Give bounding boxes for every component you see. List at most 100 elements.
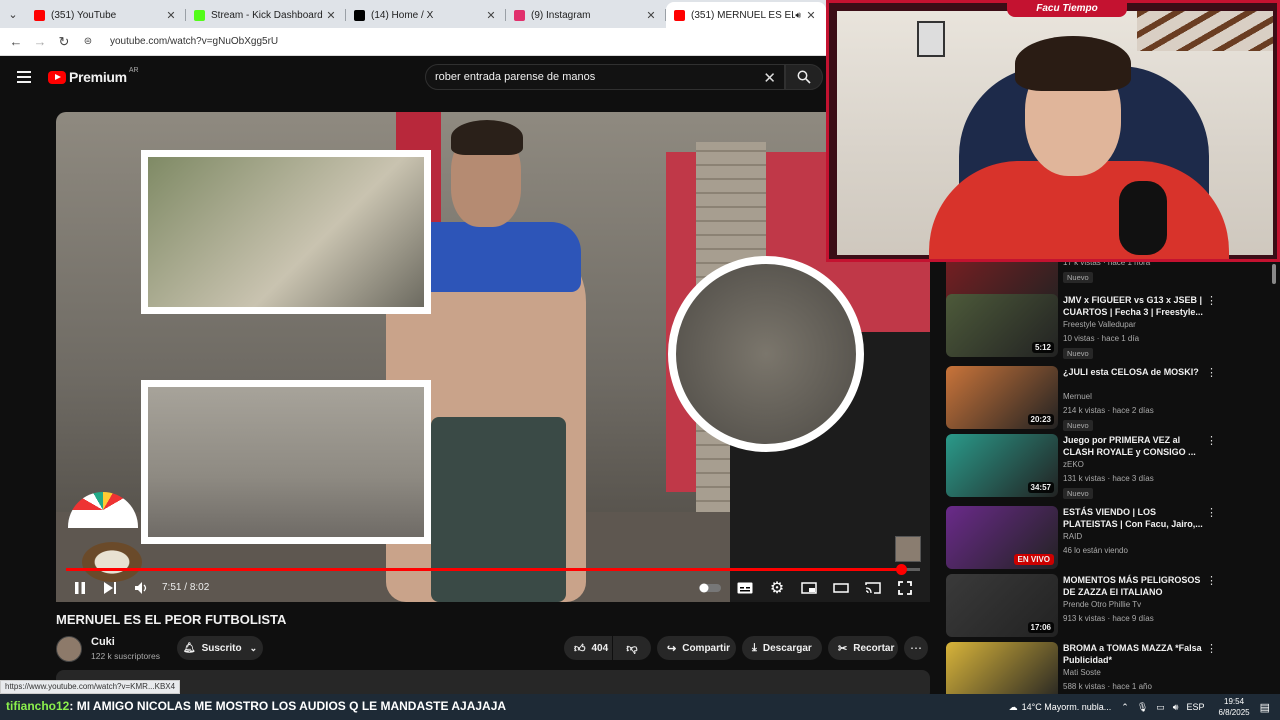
volume-icon[interactable]	[132, 574, 152, 602]
download-label: Descargar	[762, 642, 812, 654]
tab-favicon-icon	[354, 9, 365, 21]
more-options-icon[interactable]: ⋮	[1206, 294, 1217, 307]
microphone-icon[interactable]: 🎙︎	[1137, 702, 1148, 713]
more-options-icon[interactable]: ⋮	[1206, 574, 1217, 587]
autoplay-toggle[interactable]	[698, 574, 722, 602]
youtube-logo[interactable]: Premium AR	[48, 67, 139, 85]
clock-time: 19:54	[1224, 697, 1245, 706]
video-card-channel[interactable]: Mati Soste	[1063, 668, 1101, 677]
channel-name[interactable]: Cuki	[91, 636, 115, 648]
like-button[interactable]: 👍︎ 404	[564, 636, 612, 660]
webcam-streamer-hair	[1015, 36, 1131, 91]
video-card-title[interactable]: JMV x FIGUEER vs G13 x JSEB | CUARTOS | …	[1063, 294, 1203, 318]
youtube-play-icon	[48, 70, 66, 84]
tab-close-icon[interactable]: ✕	[804, 9, 818, 22]
recommended-video[interactable]: EN VIVO ESTÁS VIENDO | LOS PLATEISTAS | C…	[946, 506, 1246, 570]
recommended-video[interactable]: 17:06 MOMENTOS MÁS PELIGROSOS DE ZAZZA El…	[946, 574, 1246, 638]
clip-button[interactable]: ✂ Recortar	[828, 636, 898, 660]
site-info-icon[interactable]: ⊜	[76, 36, 100, 47]
video-card-meta: 214 k vistas · hace 2 días	[1063, 406, 1154, 415]
more-options-icon[interactable]: ⋮	[1206, 434, 1217, 447]
tab-close-icon[interactable]: ✕	[324, 9, 338, 22]
video-thumbnail[interactable]: 20:23	[946, 366, 1058, 429]
video-player[interactable]: 7:51 / 8:02 ⚙	[56, 112, 930, 602]
more-actions-button[interactable]: ⋯	[904, 636, 928, 660]
theater-mode-icon[interactable]	[830, 574, 852, 602]
download-button[interactable]: ⤓ Descargar	[742, 636, 822, 660]
clear-search-icon[interactable]: ✕	[763, 69, 776, 87]
more-options-icon[interactable]: ⋮	[1206, 642, 1217, 655]
browser-tab[interactable]: Stream - Kick Dashboard ✕	[186, 2, 346, 28]
network-icon[interactable]: ▭	[1156, 702, 1165, 713]
scissors-icon: ✂	[838, 642, 848, 655]
fullscreen-icon[interactable]	[894, 574, 916, 602]
reload-icon[interactable]: ↻	[52, 34, 76, 50]
browser-tab[interactable]: (14) Home / X ✕	[346, 2, 506, 28]
pause-icon[interactable]	[70, 574, 90, 602]
video-card-channel[interactable]: RAID	[1063, 532, 1082, 541]
video-thumbnail[interactable]: 17:06	[946, 574, 1058, 637]
video-card-title[interactable]: Juego por PRIMERA VEZ al CLASH ROYALE y …	[1063, 434, 1203, 458]
video-thumbnail[interactable]	[946, 642, 1058, 700]
tab-close-icon[interactable]: ✕	[484, 9, 498, 22]
video-card-channel[interactable]: Mernuel	[1063, 392, 1092, 401]
browser-tab[interactable]: (9) Instagram ✕	[506, 2, 666, 28]
back-icon[interactable]: ←	[4, 34, 28, 49]
tab-search-button[interactable]: ⌄	[0, 0, 26, 28]
subtitles-icon[interactable]	[734, 574, 756, 602]
browser-tab[interactable]: (351) YouTube ✕	[26, 2, 186, 28]
cast-icon[interactable]	[862, 574, 884, 602]
miniplayer-icon[interactable]	[798, 574, 820, 602]
subscribed-button[interactable]: 🔔︎ Suscrito ⌄	[177, 636, 263, 660]
sidebar-scrollbar[interactable]	[1272, 264, 1276, 284]
video-card-title[interactable]: BROMA a TOMAS MAZZA *Falsa Publicidad*	[1063, 642, 1203, 666]
recommended-video[interactable]: 20:23 ¿JULI esta CELOSA de MOSKI? ⋮ Mernuel…	[946, 366, 1246, 431]
settings-gear-icon[interactable]: ⚙	[766, 574, 788, 602]
video-card-title[interactable]: ESTÁS VIENDO | LOS PLATEISTAS | Con Facu…	[1063, 506, 1203, 530]
tab-close-icon[interactable]: ✕	[644, 9, 658, 22]
forward-icon[interactable]: →	[28, 34, 52, 49]
weather-text[interactable]: 14°C Mayorm. nubla...	[1022, 702, 1112, 712]
channel-watermark[interactable]	[895, 536, 921, 562]
recommended-video[interactable]: BROMA a TOMAS MAZZA *Falsa Publicidad* ⋮ M…	[946, 642, 1246, 700]
progress-fill	[66, 568, 902, 571]
recommended-video[interactable]: 34:57 Juego por PRIMERA VEZ al CLASH ROYA…	[946, 434, 1246, 499]
more-options-icon[interactable]: ⋮	[1206, 366, 1217, 379]
video-thumbnail[interactable]: 34:57	[946, 434, 1058, 497]
menu-icon[interactable]	[17, 71, 31, 86]
video-card-meta: 10 vistas · hace 1 día	[1063, 334, 1140, 343]
webcam-streamer-shirt	[929, 161, 1229, 259]
tab-close-icon[interactable]: ✕	[164, 9, 178, 22]
video-overlay-circle	[668, 256, 864, 452]
clock[interactable]: 19:54 6/8/2025	[1218, 696, 1249, 718]
tray-overflow-icon[interactable]: ⌃	[1121, 702, 1129, 713]
tab-favicon-icon	[194, 9, 205, 21]
video-card-channel[interactable]: Prende Otro Phillie Tv	[1063, 600, 1141, 609]
video-card-channel[interactable]: Freestyle Valledupar	[1063, 320, 1136, 329]
address-bar: ← → ↻ ⊜ youtube.com/watch?v=gNuObXgg5rU	[0, 28, 830, 56]
language-indicator[interactable]: ESP	[1186, 702, 1204, 712]
video-card-title[interactable]: MOMENTOS MÁS PELIGROSOS DE ZAZZA El ITAL…	[1063, 574, 1203, 598]
subscriber-count: 122 k suscriptores	[91, 651, 160, 661]
search-button[interactable]	[785, 64, 823, 90]
next-icon[interactable]	[100, 574, 120, 602]
channel-avatar[interactable]	[56, 636, 82, 662]
dislike-button[interactable]: 👎︎	[613, 636, 651, 660]
url-field[interactable]: youtube.com/watch?v=gNuObXgg5rU	[110, 36, 278, 47]
volume-tray-icon[interactable]: 🔊︎	[1173, 702, 1179, 713]
more-options-icon[interactable]: ⋮	[1206, 506, 1217, 519]
share-button[interactable]: ↪ Compartir	[657, 636, 736, 660]
search-input[interactable]: rober entrada parense de manos ✕	[425, 64, 785, 90]
progress-bar[interactable]	[66, 564, 920, 575]
weather-icon[interactable]: ☁	[1009, 702, 1018, 713]
video-thumbnail[interactable]: EN VIVO	[946, 506, 1058, 569]
webcam-poster	[917, 21, 945, 57]
recommended-video[interactable]: 5:12 JMV x FIGUEER vs G13 x JSEB | CUARTO…	[946, 294, 1246, 359]
notifications-icon[interactable]: ▤	[1260, 701, 1270, 714]
speaker-icon[interactable]: 🔊︎	[795, 10, 801, 21]
current-time: 7:51	[162, 582, 182, 593]
browser-tab[interactable]: (351) MERNUEL ES EL PEOR🔊︎✕	[666, 2, 826, 28]
video-card-channel[interactable]: zEKO	[1063, 460, 1084, 469]
video-thumbnail[interactable]: 5:12	[946, 294, 1058, 357]
video-card-title[interactable]: ¿JULI esta CELOSA de MOSKI?	[1063, 366, 1203, 378]
